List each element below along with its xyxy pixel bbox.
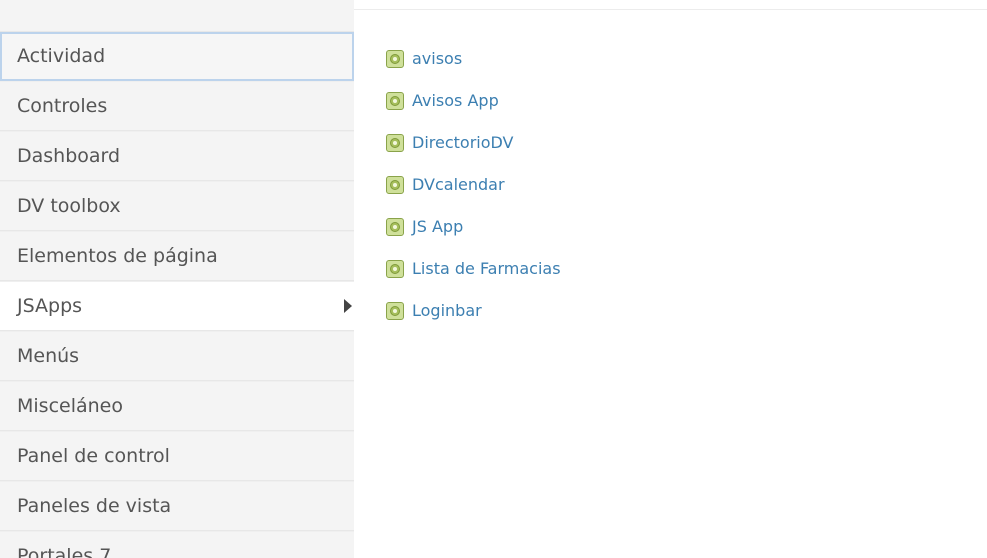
app-package-icon xyxy=(386,50,404,68)
app-link[interactable]: avisos xyxy=(412,50,462,68)
content-top-border xyxy=(354,0,987,10)
sidebar-item-controles[interactable]: Controles xyxy=(0,82,354,131)
app-link[interactable]: Avisos App xyxy=(412,92,499,110)
app-list: avisos Avisos App DirectorioDV DVcalenda… xyxy=(386,38,561,332)
app-package-icon xyxy=(386,176,404,194)
sidebar-item-jsapps[interactable]: JSApps xyxy=(0,282,354,331)
sidebar-item-label: Portales 7 xyxy=(17,545,112,558)
app-item-loginbar[interactable]: Loginbar xyxy=(386,290,561,332)
sidebar-item-dashboard[interactable]: Dashboard xyxy=(0,132,354,181)
sidebar-item-actividad[interactable]: Actividad xyxy=(0,32,354,81)
sidebar-item-label: Menús xyxy=(17,345,80,367)
sidebar-item-label: Panel de control xyxy=(17,445,170,467)
sidebar-item-portales-7[interactable]: Portales 7 xyxy=(0,532,354,558)
sidebar-item-menus[interactable]: Menús xyxy=(0,332,354,381)
app-link[interactable]: Lista de Farmacias xyxy=(412,260,561,278)
sidebar-header xyxy=(0,0,354,32)
app-link[interactable]: DVcalendar xyxy=(412,176,505,194)
app-package-icon xyxy=(386,218,404,236)
app-item-directoriodv[interactable]: DirectorioDV xyxy=(386,122,561,164)
app-item-js-app[interactable]: JS App xyxy=(386,206,561,248)
app-package-icon xyxy=(386,260,404,278)
app-item-lista-de-farmacias[interactable]: Lista de Farmacias xyxy=(386,248,561,290)
sidebar-item-miscelaneo[interactable]: Misceláneo xyxy=(0,382,354,431)
sidebar-item-label: Paneles de vista xyxy=(17,495,172,517)
sidebar-item-label: Controles xyxy=(17,95,108,117)
sidebar-item-label: Dashboard xyxy=(17,145,121,167)
sidebar-item-panel-de-control[interactable]: Panel de control xyxy=(0,432,354,481)
app-package-icon xyxy=(386,92,404,110)
app-package-icon xyxy=(386,134,404,152)
category-sidebar: Actividad Controles Dashboard DV toolbox… xyxy=(0,0,354,558)
app-link[interactable]: DirectorioDV xyxy=(412,134,514,152)
sidebar-item-label: Actividad xyxy=(17,45,106,67)
sidebar-item-label: DV toolbox xyxy=(17,195,121,217)
sidebar-item-paneles-de-vista[interactable]: Paneles de vista xyxy=(0,482,354,531)
app-item-avisos[interactable]: avisos xyxy=(386,38,561,80)
category-list: Actividad Controles Dashboard DV toolbox… xyxy=(0,32,354,558)
sidebar-item-label: JSApps xyxy=(17,295,83,317)
app-package-icon xyxy=(386,302,404,320)
app-item-avisos-app[interactable]: Avisos App xyxy=(386,80,561,122)
app-link[interactable]: Loginbar xyxy=(412,302,482,320)
sidebar-item-label: Misceláneo xyxy=(17,395,123,417)
sidebar-item-elementos-de-pagina[interactable]: Elementos de página xyxy=(0,232,354,281)
app-link[interactable]: JS App xyxy=(412,218,463,236)
caret-right-icon xyxy=(344,299,352,313)
app-item-dvcalendar[interactable]: DVcalendar xyxy=(386,164,561,206)
sidebar-item-dv-toolbox[interactable]: DV toolbox xyxy=(0,182,354,231)
sidebar-item-label: Elementos de página xyxy=(17,245,218,267)
